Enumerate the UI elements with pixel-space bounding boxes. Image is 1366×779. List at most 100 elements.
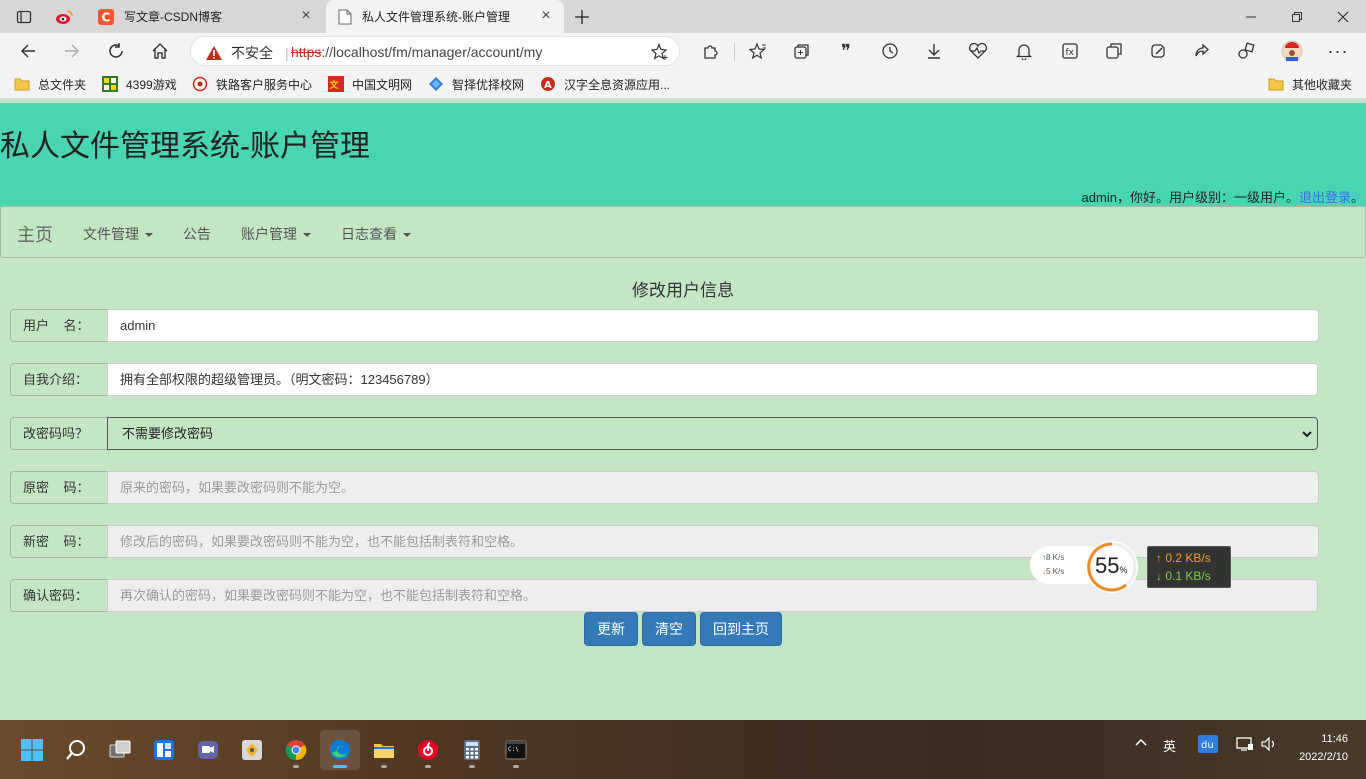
bookmark-item[interactable]: A 汉字全息资源应用... <box>540 75 670 93</box>
windows-start-icon[interactable] <box>12 730 52 770</box>
change-password-select[interactable]: 不需要修改密码 <box>107 417 1318 450</box>
browser-tab-strip: C 写文章-CSDN博客 × 私人文件管理系统-账户管理 × <box>0 0 1366 33</box>
confirm-password-label: 确认密码： <box>10 579 107 612</box>
task-view-icon[interactable] <box>100 730 140 770</box>
bookmark-item[interactable]: 文 中国文明网 <box>328 75 412 93</box>
svg-text:A: A <box>544 80 552 91</box>
tab-title: 写文章-CSDN博客 <box>124 10 222 24</box>
new-tab-button[interactable] <box>566 0 598 33</box>
baidu-icon[interactable]: du <box>1198 735 1218 753</box>
bookmark-item[interactable]: 铁路客户服务中心 <box>192 75 312 93</box>
svg-text:文: 文 <box>329 79 340 91</box>
health-icon[interactable] <box>962 37 994 65</box>
nav-account-management[interactable]: 账户管理 <box>241 224 311 244</box>
teams-chat-icon[interactable] <box>188 730 228 770</box>
nav-home[interactable]: 主页 <box>17 221 53 247</box>
download-rate: ↓ 0.1 KB/s <box>1156 569 1211 583</box>
nav-log-view[interactable]: 日志查看 <box>341 224 411 244</box>
calculator-icon[interactable] <box>452 730 492 770</box>
url-text[interactable]: https://localhost/fm/manager/account/my <box>291 44 542 60</box>
tab-title: 私人文件管理系统-账户管理 <box>362 10 510 24</box>
more-menu-icon[interactable]: ··· <box>1322 37 1354 65</box>
main-navbar: 主页 文件管理 公告 账户管理 日志查看 <box>0 206 1366 258</box>
collections-icon[interactable] <box>786 37 818 65</box>
bookmark-label: 其他收藏夹 <box>1292 77 1353 92</box>
folder-icon <box>14 76 30 92</box>
security-indicator[interactable]: 不安全 | <box>205 43 289 63</box>
chevron-up-icon[interactable] <box>1134 736 1148 748</box>
quote-icon[interactable]: ❞ <box>830 37 862 65</box>
share-icon[interactable] <box>1186 37 1218 65</box>
refresh-button[interactable] <box>100 37 132 65</box>
network-icon[interactable] <box>1236 736 1254 752</box>
ime-indicator[interactable]: 英 <box>1163 736 1176 755</box>
taskbar: C:\ 英 du 11:46 2022/2/10 <box>0 720 1366 779</box>
forward-button[interactable] <box>56 37 88 65</box>
minimize-button[interactable] <box>1228 0 1274 33</box>
caret-down-icon <box>145 233 153 238</box>
edge-icon[interactable] <box>320 730 360 770</box>
system-clock[interactable]: 11:46 2022/2/10 <box>1299 730 1348 766</box>
history-icon[interactable] <box>874 37 906 65</box>
small-download-rate: ↓5 K/s <box>1042 567 1065 576</box>
old-password-input[interactable]: 原来的密码，如果要改密码则不能为空。 <box>107 471 1319 504</box>
terminal-icon[interactable]: C:\ <box>496 730 536 770</box>
username-input[interactable]: admin <box>107 309 1319 342</box>
volume-icon[interactable] <box>1260 736 1278 752</box>
page-icon <box>338 9 352 25</box>
close-tab-icon[interactable]: × <box>298 8 314 24</box>
screenshot-icon[interactable] <box>1098 37 1130 65</box>
bookmark-item[interactable]: 总文件夹 <box>14 75 86 93</box>
home-button[interactable] <box>144 37 176 65</box>
intro-input[interactable]: 拥有全部权限的超级管理员。（明文密码：123456789） <box>107 363 1318 396</box>
favorite-star-icon[interactable] <box>651 43 669 61</box>
bookmark-label: 中国文明网 <box>352 77 413 92</box>
close-window-button[interactable] <box>1320 0 1366 33</box>
bookmark-label: 智择优择校网 <box>452 77 525 92</box>
netease-music-icon[interactable] <box>408 730 448 770</box>
restore-button[interactable] <box>1274 0 1320 33</box>
chevron-down-icon <box>1301 429 1313 439</box>
logout-link[interactable]: 退出登录 <box>1299 190 1351 205</box>
network-speed-widget[interactable]: ↑8 K/s ↓5 K/s 55% ↑ 0.2 KB/s ↓ 0.1 KB/s <box>1030 541 1231 593</box>
update-button[interactable]: 更新 <box>584 612 638 646</box>
file-explorer-icon[interactable] <box>364 730 404 770</box>
math-solver-icon[interactable]: fx <box>1054 37 1086 65</box>
bookmark-item[interactable]: 智择优择校网 <box>428 75 524 93</box>
user-info: admin，你好。用户级别：一级用户。退出登录。 <box>1082 187 1364 206</box>
browser-toolbar: 不安全 | https://localhost/fm/manager/accou… <box>0 33 1366 69</box>
back-home-button[interactable]: 回到主页 <box>700 612 782 646</box>
apps-icon[interactable] <box>1230 37 1262 65</box>
widgets-icon[interactable] <box>144 730 184 770</box>
intro-label: 自我介绍： <box>10 363 107 396</box>
chrome-icon[interactable] <box>276 730 316 770</box>
tab-csdn[interactable]: C 写文章-CSDN博客 × <box>86 0 324 33</box>
notifications-icon[interactable] <box>1008 37 1040 65</box>
civilization-icon: 文 <box>328 76 344 92</box>
nav-file-management[interactable]: 文件管理 <box>83 224 153 244</box>
search-icon[interactable] <box>56 730 96 770</box>
edit-icon[interactable] <box>1142 37 1174 65</box>
clear-button[interactable]: 清空 <box>642 612 696 646</box>
tab-account[interactable]: 私人文件管理系统-账户管理 × <box>326 0 564 33</box>
usage-percent: 55% <box>1095 553 1128 578</box>
favorites-icon[interactable] <box>742 37 774 65</box>
other-bookmarks[interactable]: 其他收藏夹 <box>1268 75 1352 93</box>
security-label: 不安全 <box>231 45 273 61</box>
bookmark-item[interactable]: 4399游戏 <box>102 75 177 93</box>
tab-actions-icon[interactable] <box>2 0 46 33</box>
address-bar[interactable]: 不安全 | https://localhost/fm/manager/accou… <box>190 36 680 66</box>
svg-text:C:\: C:\ <box>508 746 519 753</box>
download-icon[interactable] <box>918 37 950 65</box>
svg-text:C: C <box>102 10 111 24</box>
railway-icon <box>192 76 208 92</box>
extensions-icon[interactable] <box>694 37 726 65</box>
close-tab-icon[interactable]: × <box>538 8 554 24</box>
nav-label: 账户管理 <box>241 226 297 242</box>
back-button[interactable] <box>12 37 44 65</box>
weibo-tab-icon[interactable] <box>44 0 84 33</box>
user-greeting: admin，你好。用户级别：一级用户。 <box>1081 190 1299 205</box>
nav-announcement[interactable]: 公告 <box>183 224 211 244</box>
git-tool-icon[interactable] <box>232 730 272 770</box>
profile-avatar-icon[interactable] <box>1276 37 1308 65</box>
